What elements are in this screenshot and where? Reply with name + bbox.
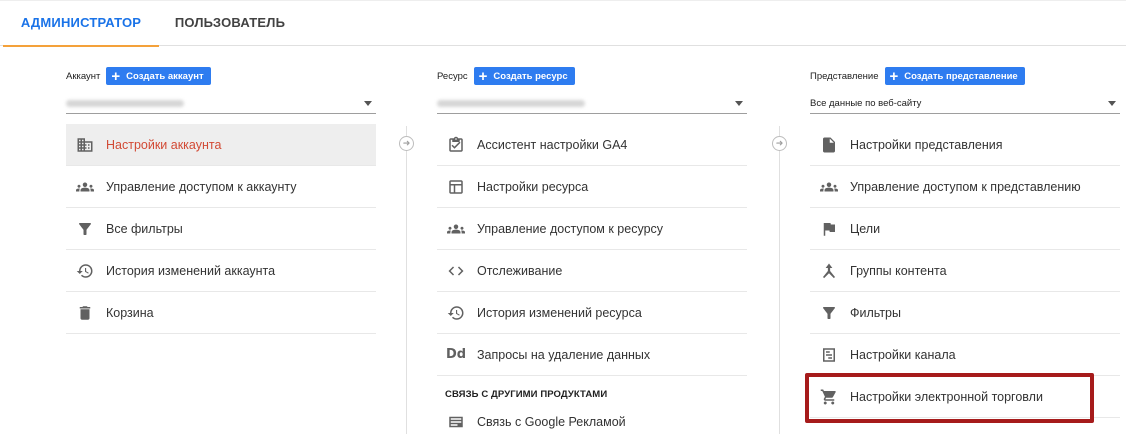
account-history-label: История изменений аккаунта [106,263,276,278]
account-settings-label: Настройки аккаунта [106,137,222,152]
tab-administrator[interactable]: АДМИНИСТРАТОР [3,1,159,47]
create-property-button[interactable]: + Создать ресурс [473,67,575,85]
channel-settings-item[interactable]: Настройки канала [810,334,1120,376]
plus-icon: + [889,67,899,85]
cart-icon [818,386,840,408]
view-settings-item[interactable]: Настройки представления [810,124,1120,166]
view-access-label: Управление доступом к представлению [850,179,1081,194]
view-access-item[interactable]: Управление доступом к представлению [810,166,1120,208]
column-divider [406,126,407,434]
account-access-label: Управление доступом к аккаунту [106,179,297,194]
people-icon [818,176,840,198]
view-select[interactable]: Все данные по веб-сайту [810,94,1120,114]
account-history-item[interactable]: История изменений аккаунта [66,250,376,292]
create-property-label: Создать ресурс [493,70,568,82]
dropdown-caret-icon [1108,101,1116,106]
google-ads-linking-item[interactable]: Связь с Google Рекламой [437,406,747,434]
property-select[interactable] [437,94,747,114]
document-icon [818,134,840,156]
account-settings-item[interactable]: Настройки аккаунта [66,124,376,166]
property-settings-item[interactable]: Настройки ресурса [437,166,747,208]
tab-user[interactable]: ПОЛЬЗОВАТЕЛЬ [165,1,295,47]
view-select-value: Все данные по веб-сайту [810,98,922,109]
data-deletion-requests-item[interactable]: Dd Запросы на удаление данных [437,334,747,376]
clipboard-check-icon [445,134,467,156]
filter-icon [74,218,96,240]
ads-icon [445,411,467,433]
create-account-label: Создать аккаунт [126,70,204,82]
content-grouping-label: Группы контента [850,263,947,278]
google-ads-linking-label: Связь с Google Рекламой [477,415,626,429]
ga4-setup-assistant-item[interactable]: Ассистент настройки GA4 [437,124,747,166]
people-icon [74,176,96,198]
content-group-icon [818,260,840,282]
property-name-blurred [437,100,585,107]
account-access-item[interactable]: Управление доступом к аккаунту [66,166,376,208]
property-menu: Ассистент настройки GA4 Настройки ресурс… [437,124,747,434]
account-menu: Настройки аккаунта Управление доступом к… [66,124,376,334]
dropdown-caret-icon [364,101,372,106]
building-icon [74,134,96,156]
data-deletion-requests-label: Запросы на удаление данных [477,347,651,362]
account-header: Аккаунт + Создать аккаунт [66,66,211,86]
create-view-button[interactable]: + Создать представление [884,67,1025,85]
history-icon [445,302,467,324]
dropdown-caret-icon [735,101,743,106]
view-settings-label: Настройки представления [850,137,1003,152]
trash-label: Корзина [106,305,154,320]
property-access-item[interactable]: Управление доступом к ресурсу [437,208,747,250]
ga4-setup-assistant-label: Ассистент настройки GA4 [477,137,628,152]
people-icon [445,218,467,240]
all-filters-label: Все фильтры [106,221,183,236]
arrow-right-icon: ➜ [399,136,414,151]
account-select[interactable] [66,94,376,114]
admin-tabs: АДМИНИСТРАТОР ПОЛЬЗОВАТЕЛЬ [0,0,1126,47]
flag-icon [818,218,840,240]
tracking-item[interactable]: Отслеживание [437,250,747,292]
property-history-item[interactable]: История изменений ресурса [437,292,747,334]
goals-label: Цели [850,221,881,236]
column-divider [779,126,780,434]
view-label: Представление [810,70,879,82]
account-label: Аккаунт [66,70,101,82]
layout-icon [445,176,467,198]
view-filters-label: Фильтры [850,305,901,320]
view-header: Представление + Создать представление [810,66,1025,86]
property-label: Ресурс [437,70,468,82]
trash-icon [74,302,96,324]
arrow-right-icon: ➜ [772,136,787,151]
filter-icon [818,302,840,324]
goals-item[interactable]: Цели [810,208,1120,250]
channel-icon [818,344,840,366]
property-access-label: Управление доступом к ресурсу [477,221,664,236]
property-settings-label: Настройки ресурса [477,179,589,194]
ecommerce-settings-label: Настройки электронной торговли [850,389,1043,404]
property-history-label: История изменений ресурса [477,305,642,320]
history-icon [74,260,96,282]
content-grouping-item[interactable]: Группы контента [810,250,1120,292]
tracking-label: Отслеживание [477,263,563,278]
all-filters-item[interactable]: Все фильтры [66,208,376,250]
plus-icon: + [111,67,121,85]
account-email-blurred [66,100,184,107]
trash-item[interactable]: Корзина [66,292,376,334]
dd-icon: Dd [445,347,467,362]
product-linking-section-title: СВЯЗЬ С ДРУГИМИ ПРОДУКТАМИ [445,389,608,400]
code-icon [445,260,467,282]
create-account-button[interactable]: + Создать аккаунт [106,67,211,85]
view-filters-item[interactable]: Фильтры [810,292,1120,334]
view-menu: Настройки представления Управление досту… [810,124,1120,418]
property-header: Ресурс + Создать ресурс [437,66,575,86]
ecommerce-settings-item[interactable]: Настройки электронной торговли [810,376,1120,418]
channel-settings-label: Настройки канала [850,347,956,362]
plus-icon: + [478,67,488,85]
create-view-label: Создать представление [904,70,1018,82]
